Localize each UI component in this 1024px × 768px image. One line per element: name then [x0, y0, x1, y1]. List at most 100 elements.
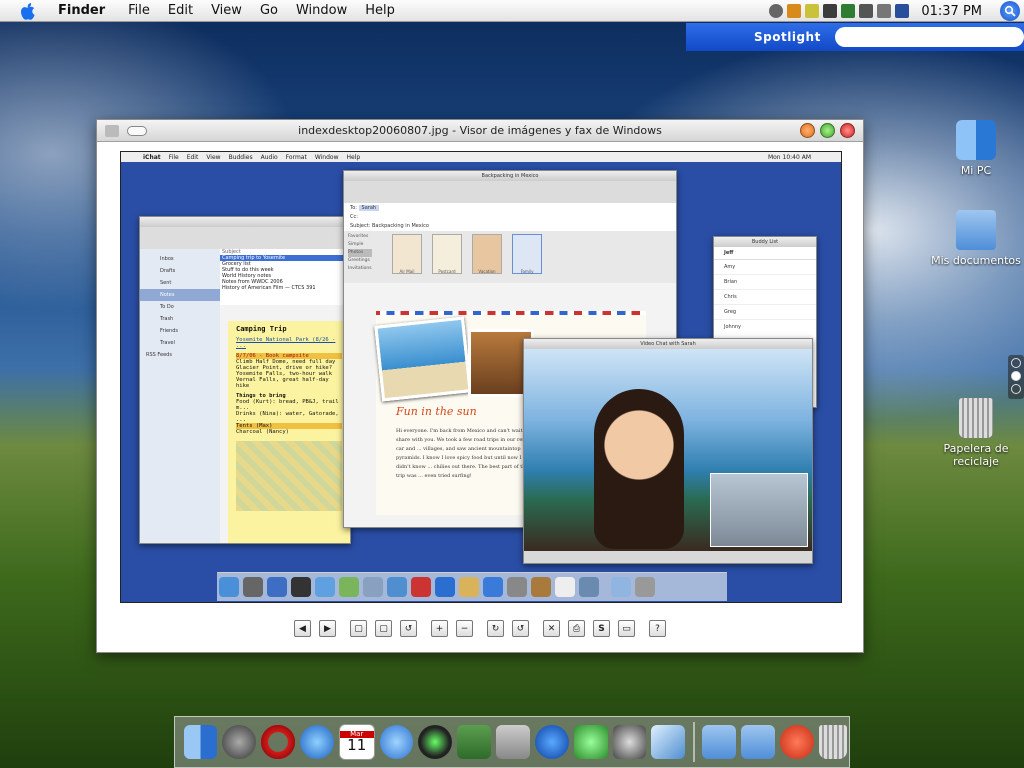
itunes-icon[interactable] [418, 725, 453, 759]
script-icon[interactable] [787, 4, 802, 18]
toolbar-toggle-button[interactable] [127, 125, 147, 136]
menu-window[interactable]: Window [287, 0, 356, 22]
inner-stationery-cat: Greetings [348, 258, 370, 263]
utilities-icon[interactable] [496, 725, 530, 759]
menubar: Finder File Edit View Go Window Help 01:… [0, 0, 1024, 22]
inner-clock: Mon 10:40 AM [767, 153, 811, 161]
magnifier-icon[interactable] [612, 725, 647, 759]
menu-view[interactable]: View [202, 0, 251, 22]
inner-mail-sidebar: Inbox Drafts Sent Notes To Do Trash Frie… [140, 249, 220, 543]
opera-icon[interactable] [261, 725, 295, 759]
menu-help[interactable]: Help [356, 0, 404, 22]
inner-note-line: Drinks (Nina): water, Gatorade, ... [236, 411, 339, 423]
time-machine-icon[interactable] [222, 725, 257, 759]
applications-folder-icon[interactable] [702, 725, 737, 759]
rotate-counterclockwise-button[interactable]: ↺ [512, 620, 529, 637]
trash-icon[interactable] [818, 725, 847, 759]
inner-folder: Friends [160, 328, 178, 334]
inner-note-line: Food (Kurt): bread, PB&J, trail m... [236, 399, 339, 411]
apple-menu-icon[interactable] [18, 2, 38, 20]
minimize-button[interactable] [800, 123, 815, 138]
audio-icon[interactable] [573, 725, 608, 759]
inner-stationery-thumb: Postcard [432, 234, 462, 274]
inner-stationery-cat: Simple [348, 242, 364, 247]
shield-icon[interactable] [805, 4, 820, 18]
side-pager[interactable] [1008, 355, 1024, 399]
ichat-icon[interactable] [379, 725, 414, 759]
open-with-button[interactable]: ▭ [618, 620, 635, 637]
inner-note-line: Yosemite National Park (8/26 - ... [236, 337, 336, 349]
viewer-titlebar[interactable]: indexdesktop20060807.jpg - Visor de imág… [97, 120, 863, 142]
inner-note-line: Charcoal (Nancy) [236, 429, 289, 435]
inner-compose-subject-value: Backpacking in Mexico [371, 223, 429, 229]
desktop-icon-mi-pc[interactable]: Mi PC [926, 120, 1024, 177]
inner-dock-item [315, 577, 335, 597]
close-button[interactable] [840, 123, 855, 138]
network-icon[interactable] [841, 4, 856, 18]
user-icon[interactable] [859, 4, 874, 18]
safari-icon[interactable] [299, 725, 334, 759]
inner-stationery-thumb: Family [512, 234, 542, 274]
rotate-clockwise-button[interactable]: ↻ [487, 620, 504, 637]
next-image-button[interactable]: ▶ [319, 620, 336, 637]
music-folder-icon[interactable] [741, 725, 775, 759]
image-viewer-window: indexdesktop20060807.jpg - Visor de imág… [96, 119, 864, 653]
inner-stationery-cat: Photos [348, 249, 372, 257]
desktop-icon-mis-documentos[interactable]: Mis documentos [926, 210, 1024, 267]
trash-icon [959, 398, 993, 438]
zoom-button[interactable] [820, 123, 835, 138]
inner-folder: Inbox [160, 256, 174, 262]
previous-image-button[interactable]: ◀ [294, 620, 311, 637]
menu-go[interactable]: Go [251, 0, 287, 22]
inner-folder: RSS Feeds [146, 352, 172, 358]
finder-icon[interactable] [183, 725, 218, 759]
ical-icon[interactable]: Mar 11 [338, 724, 375, 760]
pager-dot[interactable] [1011, 358, 1021, 368]
inner-dock-item [459, 577, 479, 597]
spotlight-input[interactable] [834, 27, 1024, 47]
menu-app-name[interactable]: Finder [52, 0, 119, 22]
menu-file[interactable]: File [119, 0, 159, 22]
inner-menu-item: Audio [260, 153, 278, 161]
volume-icon[interactable] [877, 4, 892, 18]
save-button[interactable]: S [593, 620, 610, 637]
help-button[interactable]: ? [649, 620, 666, 637]
inner-dock-item [579, 577, 599, 597]
inner-dock-item [291, 577, 311, 597]
menubar-clock[interactable]: 01:37 PM [921, 4, 982, 19]
back-arrow-icon[interactable] [769, 4, 784, 18]
pager-dot[interactable] [1011, 371, 1021, 381]
best-fit-button[interactable]: ▢ [350, 620, 367, 637]
desktop-icon-label: Mis documentos [931, 254, 1021, 267]
actual-size-button[interactable]: ▢ [375, 620, 392, 637]
inner-folder: Travel [160, 340, 175, 346]
motorola-icon[interactable] [534, 725, 569, 759]
quit-icon[interactable] [779, 725, 814, 759]
status-area: 01:37 PM [767, 0, 1024, 22]
zoom-out-button[interactable]: − [456, 620, 473, 637]
desktop-icon-papelera[interactable]: Papelera de reciclaje [926, 398, 1024, 468]
inner-folder: Sent [160, 280, 172, 286]
pager-dot[interactable] [1011, 384, 1021, 394]
iphoto-icon[interactable] [457, 725, 492, 759]
delete-button[interactable]: ✕ [543, 620, 560, 637]
boxes-icon[interactable] [651, 725, 686, 759]
inner-folder: To Do [160, 304, 174, 310]
inner-dock-item [531, 577, 551, 597]
slideshow-button[interactable]: ↺ [400, 620, 417, 637]
inner-compose-title: Backpacking in Mexico [344, 171, 676, 181]
inner-folder: Trash [160, 316, 174, 322]
print-button[interactable]: ⎙ [568, 620, 585, 637]
spotlight-icon[interactable] [1000, 1, 1020, 21]
inner-dock-item [387, 577, 407, 597]
window-menu-icon[interactable] [105, 124, 119, 137]
viewer-toolbar: ◀ ▶ ▢ ▢ ↺ + − ↻ ↺ ✕ ⎙ S ▭ ? [97, 620, 863, 637]
desktop-icon-label: Mi PC [960, 164, 992, 177]
menu-edit[interactable]: Edit [159, 0, 202, 22]
inner-dock-item [507, 577, 527, 597]
security-icon[interactable] [895, 4, 910, 18]
inner-video-feed [524, 349, 812, 551]
zoom-in-button[interactable]: + [431, 620, 448, 637]
phone-icon[interactable] [823, 4, 838, 18]
inner-dock-item [611, 577, 631, 597]
